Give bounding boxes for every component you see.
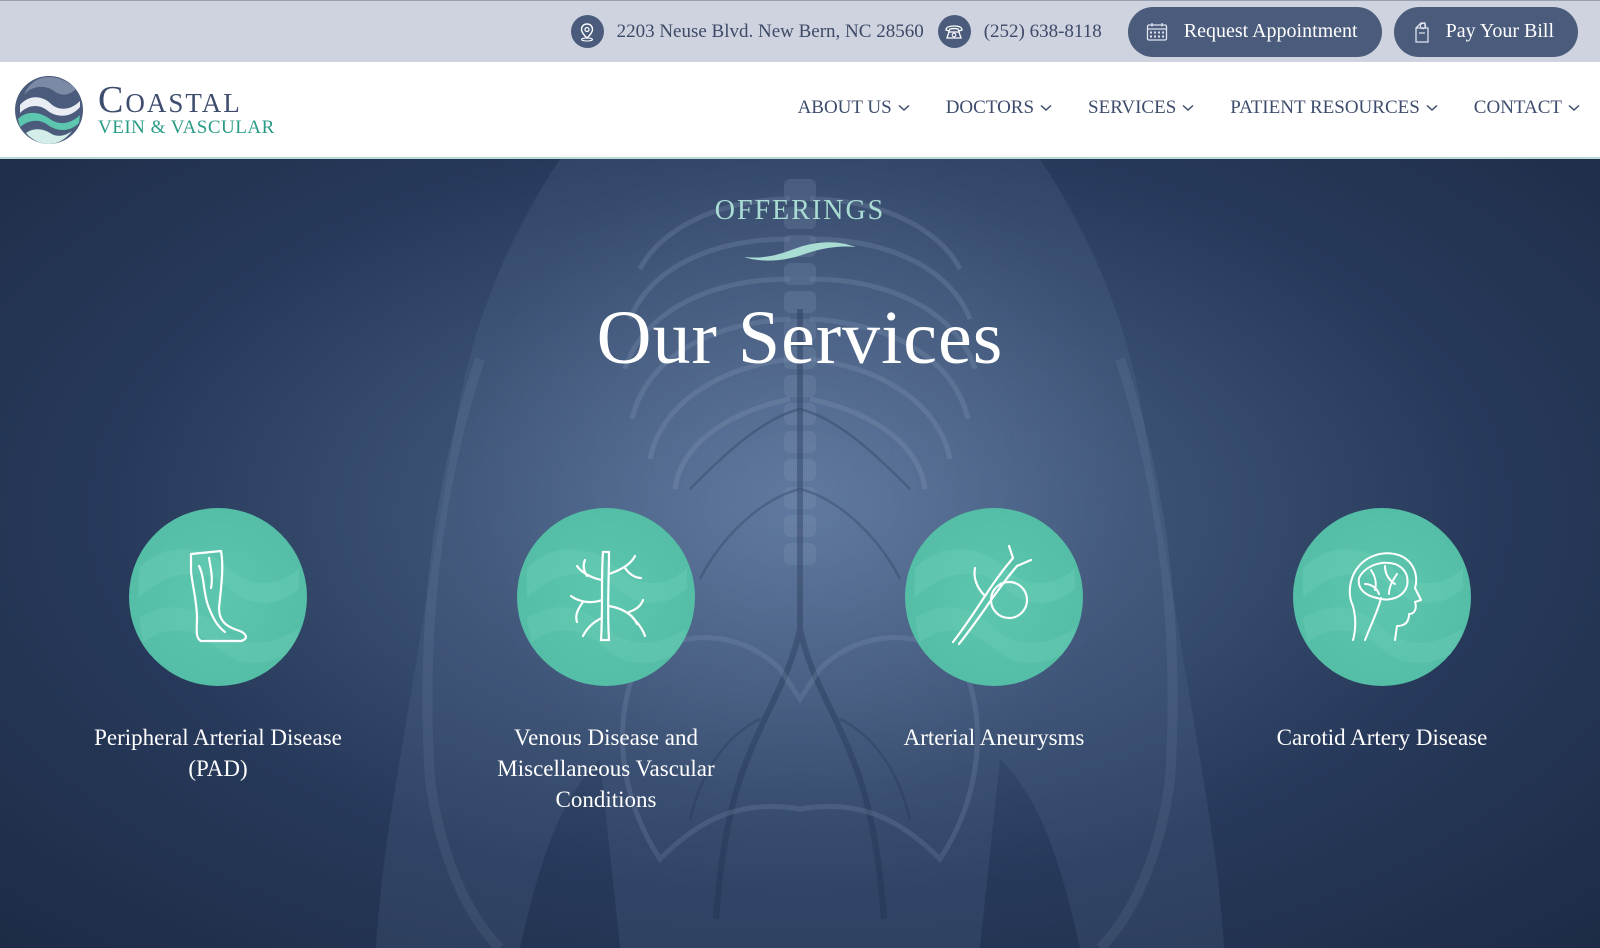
nav-item-services[interactable]: SERVICES	[1088, 97, 1194, 119]
address-link[interactable]: 2203 Neuse Blvd. New Bern, NC 28560	[570, 15, 924, 48]
leg-icon	[189, 549, 247, 643]
service-card-carotid[interactable]: Carotid Artery Disease	[1232, 508, 1532, 753]
pay-bill-button[interactable]: Pay Your Bill	[1393, 6, 1578, 57]
phone-icon	[937, 15, 971, 48]
aneurysm-icon	[951, 544, 1033, 646]
nav-item-label: ABOUT US	[797, 97, 892, 118]
service-label: Peripheral Arterial Disease (PAD)	[94, 725, 342, 781]
section-title: Our Services	[596, 296, 1004, 380]
nav-item-doctors[interactable]: DOCTORS	[946, 97, 1052, 119]
wallet-icon	[1412, 20, 1430, 44]
section-eyebrow: OFFERINGS	[714, 195, 886, 226]
head-brain-icon	[1348, 552, 1422, 641]
phone-text: (252) 638-8118	[983, 20, 1102, 42]
service-icon-circle	[905, 508, 1083, 686]
chevron-down-icon	[898, 104, 910, 112]
service-label: Carotid Artery Disease	[1276, 725, 1488, 750]
services-hero: OFFERINGS Our Services Peripheral Arteri…	[0, 159, 1600, 948]
nav-item-contact[interactable]: CONTACT	[1474, 97, 1580, 119]
veins-icon	[569, 550, 647, 642]
service-icon-circle	[517, 508, 695, 686]
service-icon-circle	[1293, 508, 1471, 686]
request-appointment-label: Request Appointment	[1183, 20, 1358, 42]
pay-bill-label: Pay Your Bill	[1445, 20, 1554, 42]
logo-subtitle: Vein & Vascular	[98, 117, 275, 138]
logo-title: Coastal	[98, 79, 242, 121]
service-icon-circle	[129, 508, 307, 686]
nav-menu: ABOUT US DOCTORS SERVICES PATIENT RESOUR…	[762, 97, 1580, 119]
wave-logo-icon	[15, 76, 83, 144]
service-card-venous[interactable]: Venous Disease and Miscellaneous Vascula…	[456, 508, 756, 815]
address-text: 2203 Neuse Blvd. New Bern, NC 28560	[616, 20, 924, 42]
utility-bar: 2203 Neuse Blvd. New Bern, NC 28560 (252…	[0, 0, 1600, 62]
main-navigation: Coastal Vein & Vascular ABOUT US DOCTORS…	[0, 62, 1600, 159]
service-card-aneurysms[interactable]: Arterial Aneurysms	[844, 508, 1144, 753]
chevron-down-icon	[1568, 104, 1580, 112]
nav-item-label: SERVICES	[1088, 97, 1177, 118]
nav-item-about-us[interactable]: ABOUT US	[798, 97, 910, 119]
nav-item-patient-resources[interactable]: PATIENT RESOURCES	[1230, 97, 1438, 119]
calendar-icon	[1146, 22, 1168, 42]
site-logo[interactable]: Coastal Vein & Vascular	[14, 75, 275, 145]
service-label: Venous Disease and Miscellaneous Vascula…	[497, 725, 715, 812]
chevron-down-icon	[1040, 104, 1052, 112]
chevron-down-icon	[1426, 104, 1438, 112]
request-appointment-button[interactable]: Request Appointment	[1127, 6, 1382, 57]
nav-item-label: PATIENT RESOURCES	[1230, 97, 1420, 118]
service-label: Arterial Aneurysms	[903, 725, 1085, 750]
nav-item-label: CONTACT	[1473, 97, 1562, 118]
service-card-pad[interactable]: Peripheral Arterial Disease (PAD)	[68, 508, 368, 784]
location-pin-icon	[570, 15, 604, 48]
nav-item-label: DOCTORS	[945, 97, 1035, 118]
chevron-down-icon	[1182, 104, 1194, 112]
phone-link[interactable]: (252) 638-8118	[937, 15, 1102, 48]
wave-divider-icon	[744, 242, 856, 261]
